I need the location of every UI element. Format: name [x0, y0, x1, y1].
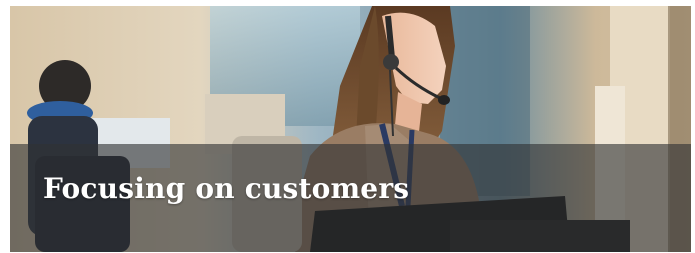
banner-title[interactable]: Focusing on customers — [43, 172, 409, 205]
customer-focus-banner[interactable]: Focusing on customers — [10, 6, 691, 252]
